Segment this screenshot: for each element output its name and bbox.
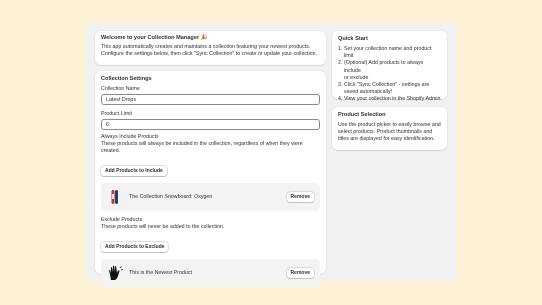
- product-selection-line: titles are displayed for easy identifica…: [338, 136, 435, 142]
- product-limit-input[interactable]: 6: [101, 119, 320, 130]
- quick-start-step: 4. View your collection in the Shopify A…: [338, 96, 441, 103]
- welcome-text-line1: This app automatically creates and maint…: [101, 44, 311, 50]
- snowboard-thumbnail: [107, 189, 123, 205]
- app-frame: Welcome to your Collection Manager 🎉 Thi…: [86, 23, 457, 287]
- include-heading: Always Include Products: [101, 134, 159, 140]
- welcome-text-line2: Configure the settings below, then click…: [101, 51, 318, 57]
- quick-start-list: 1. Set your collection name and product …: [338, 46, 441, 104]
- collection-name-input[interactable]: Latest Drops: [101, 94, 320, 105]
- welcome-card: Welcome to your Collection Manager 🎉 Thi…: [95, 31, 326, 65]
- exclude-product-row: This is the Newest Product Remove: [101, 259, 320, 287]
- quick-start-step: 1. Set your collection name and product …: [338, 46, 432, 60]
- settings-title: Collection Settings: [101, 76, 152, 82]
- collection-name-label: Collection Name: [101, 86, 140, 92]
- add-products-exclude-button[interactable]: Add Products to Exclude: [101, 242, 169, 252]
- include-product-row: The Collection Snowboard: Oxygen Remove: [101, 183, 320, 211]
- include-product-name: The Collection Snowboard: Oxygen: [129, 194, 213, 200]
- quick-start-title: Quick Start: [338, 36, 368, 42]
- waving-hand-thumbnail: [107, 265, 123, 281]
- product-limit-label: Product Limit: [101, 111, 132, 117]
- exclude-help-text: These products will never be added to th…: [101, 224, 225, 230]
- quick-start-step: 2. (Optional) Add products to always inc…: [338, 60, 424, 81]
- quick-start-step: 3. Click "Sync Collection" - settings ar…: [338, 82, 430, 96]
- product-selection-card: Product Selection Use the product picker…: [332, 107, 447, 150]
- include-help-text: These products will always be included i…: [101, 141, 303, 154]
- remove-exclude-product-button[interactable]: Remove: [286, 268, 314, 278]
- product-selection-line: select products. Product thumbnails and: [338, 129, 433, 135]
- welcome-title: Welcome to your Collection Manager 🎉: [101, 35, 208, 41]
- exclude-product-name: This is the Newest Product: [129, 270, 192, 276]
- remove-include-product-button[interactable]: Remove: [286, 192, 314, 202]
- add-products-include-button[interactable]: Add Products to Include: [101, 166, 167, 176]
- exclude-heading: Exclude Products: [101, 217, 143, 223]
- product-selection-line: Use the product picker to easily browse …: [338, 122, 441, 128]
- collection-settings-card: Collection Settings Collection Name Late…: [95, 71, 326, 287]
- quick-start-card: Quick Start 1. Set your collection name …: [332, 31, 447, 102]
- product-selection-title: Product Selection: [338, 112, 386, 118]
